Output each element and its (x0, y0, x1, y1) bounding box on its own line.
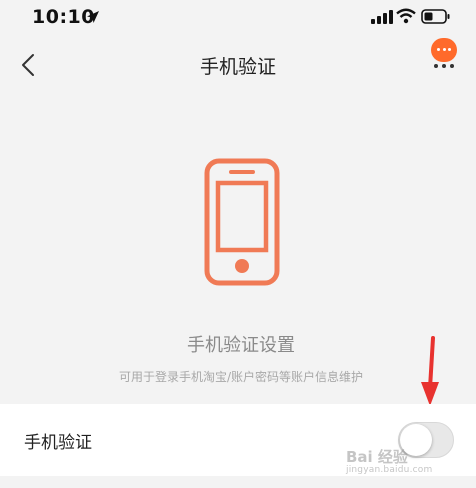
page-title: 手机验证 (199, 56, 276, 78)
nav-bar: 手机验证 (0, 38, 476, 90)
location-arrow-icon (87, 11, 99, 23)
battery-icon (421, 9, 450, 24)
phone-icon (204, 158, 280, 286)
message-bubble-icon (431, 38, 457, 62)
watermark-logo: Bai 经验 (346, 448, 408, 466)
section-title: 手机验证设置 (187, 335, 295, 356)
signal-icon (371, 10, 393, 24)
red-arrow-icon (421, 336, 439, 406)
status-bar: 10:10 (0, 0, 476, 38)
more-menu-button[interactable] (428, 38, 462, 72)
wifi-icon (396, 8, 416, 24)
watermark-url: jingyan.baidu.com (346, 465, 433, 475)
section-description: 可用于登录手机淘宝/账户密码等账户信息维护 (118, 370, 364, 384)
more-dots-icon (432, 64, 456, 69)
setting-label: 手机验证 (24, 433, 92, 453)
bottom-strip (0, 476, 476, 488)
